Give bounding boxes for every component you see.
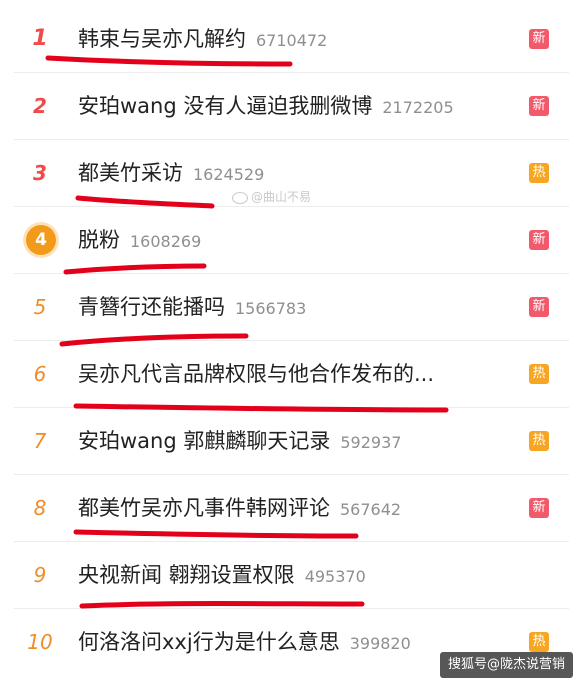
list-item[interactable]: 5 青簪行还能播吗 1566783 新 [14,274,569,341]
item-title[interactable]: 都美竹吴亦凡事件韩网评论 [78,496,330,520]
weibo-watermark: @曲山不易 [232,188,311,205]
item-title[interactable]: 何洛洛问xxj行为是什么意思 [78,630,340,654]
item-count: 399820 [349,634,411,653]
item-title-wrap: 何洛洛问xxj行为是什么意思 399820 [78,609,411,675]
list-item[interactable]: 4 脱粉 1608269 新 [14,207,569,274]
item-title[interactable]: 脱粉 [78,228,120,252]
watermark-text: @曲山不易 [251,190,312,204]
list-item[interactable]: 1 韩束与吴亦凡解约 6710472 新 [14,6,569,73]
item-count: 592937 [340,433,402,452]
new-badge-icon: 新 [529,498,549,518]
item-title-wrap: 韩束与吴亦凡解约 6710472 [78,6,327,72]
hot-badge-icon: 热 [529,364,549,384]
rank-number: 2 [33,94,47,118]
list-item[interactable]: 8 都美竹吴亦凡事件韩网评论 567642 新 [14,475,569,542]
weibo-icon [232,191,248,204]
list-item[interactable]: 2 安珀wang 没有人逼迫我删微博 2172205 新 [14,73,569,140]
hot-badge-icon: 热 [529,163,549,183]
item-count: 2172205 [382,98,454,117]
item-title-wrap: 央视新闻 翱翔设置权限 495370 [78,542,366,608]
new-badge-icon: 新 [529,230,549,250]
item-title-wrap: 都美竹吴亦凡事件韩网评论 567642 [78,475,401,541]
rank-number: 6 [33,362,47,386]
list-item[interactable]: 9 央视新闻 翱翔设置权限 495370 [14,542,569,609]
new-badge-icon: 新 [529,29,549,49]
item-title[interactable]: 央视新闻 翱翔设置权限 [78,563,295,587]
item-title[interactable]: 青簪行还能播吗 [78,295,225,319]
item-title[interactable]: 安珀wang 没有人逼迫我删微博 [78,94,372,118]
hot-badge-icon: 热 [529,632,549,652]
rank-number: 3 [33,161,47,185]
item-title[interactable]: 吴亦凡代言品牌权限与他合作发布的... [78,362,434,386]
item-title[interactable]: 都美竹采访 [78,161,183,185]
rank-number: 7 [33,429,47,453]
rank-number: 5 [33,295,47,319]
hot-search-list: 1 韩束与吴亦凡解约 6710472 新 2 安珀wang 没有人逼迫我删微博 21… [0,0,581,684]
rank-number: 9 [33,563,47,587]
list-item[interactable]: 6 吴亦凡代言品牌权限与他合作发布的... 热 [14,341,569,408]
item-count: 6710472 [256,31,328,50]
item-title-wrap: 吴亦凡代言品牌权限与他合作发布的... [78,341,434,407]
item-count: 1608269 [130,232,202,251]
item-count: 495370 [304,567,366,586]
new-badge-icon: 新 [529,96,549,116]
item-title-wrap: 脱粉 1608269 [78,207,201,273]
rank-number: 10 [27,630,53,654]
item-title[interactable]: 韩束与吴亦凡解约 [78,27,246,51]
new-badge-icon: 新 [529,297,549,317]
item-title[interactable]: 安珀wang 郭麒麟聊天记录 [78,429,330,453]
rank-number: 8 [33,496,47,520]
item-title-wrap: 安珀wang 没有人逼迫我删微博 2172205 [78,73,454,139]
item-title-wrap: 青簪行还能播吗 1566783 [78,274,306,340]
item-count: 567642 [340,500,402,519]
hot-badge-icon: 热 [529,431,549,451]
list-item[interactable]: 7 安珀wang 郭麒麟聊天记录 592937 热 [14,408,569,475]
item-title-wrap: 安珀wang 郭麒麟聊天记录 592937 [78,408,401,474]
rank-medal-icon: 4 [26,225,56,255]
item-count: 1566783 [235,299,307,318]
source-watermark: 搜狐号@陇杰说营销 [439,652,573,678]
item-count: 1624529 [193,165,265,184]
rank-number: 1 [32,26,48,51]
